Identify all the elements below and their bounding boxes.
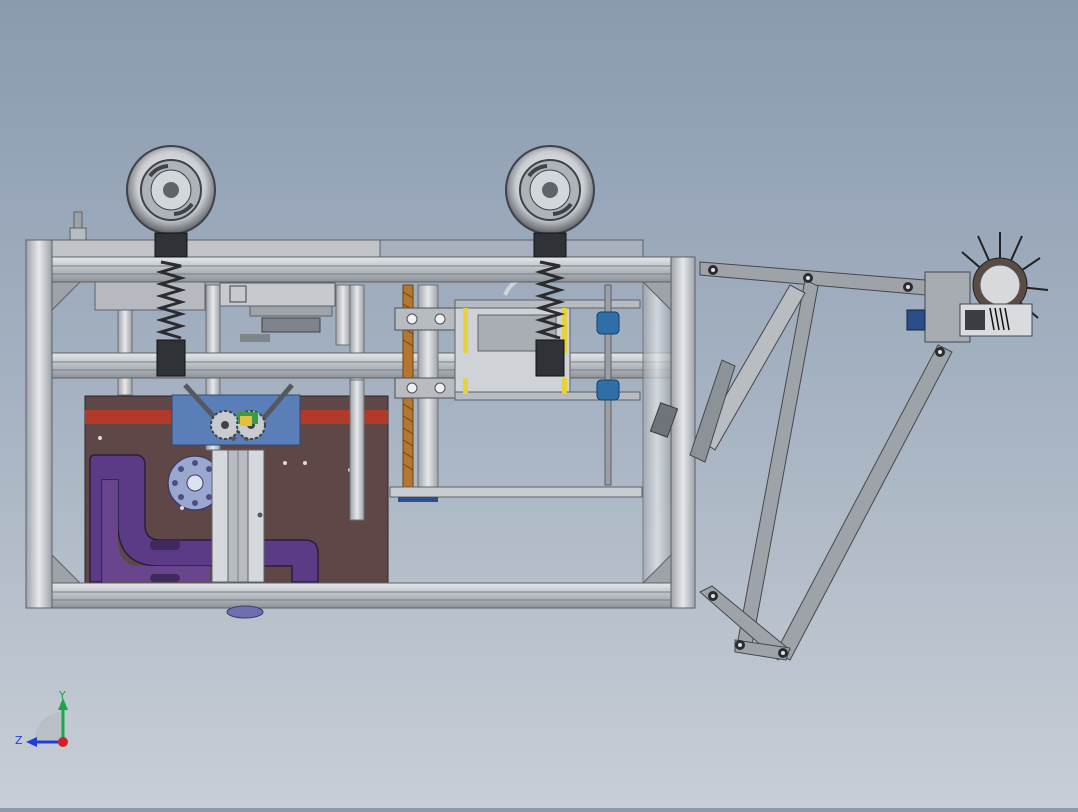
axis-z-label: Z xyxy=(15,734,23,747)
axis-triad-icon: Y Z xyxy=(15,689,68,747)
top-bolt xyxy=(69,211,87,241)
axis-y-label: Y xyxy=(58,689,66,702)
center-gearbox xyxy=(219,282,336,342)
gear-bracket xyxy=(171,383,301,446)
vertical-slide xyxy=(211,449,265,583)
frame-middle-rail xyxy=(25,352,672,379)
lead-screw-module xyxy=(389,276,643,502)
cad-viewport[interactable]: Y Z xyxy=(0,0,1078,808)
assembly-drawing: Y Z xyxy=(15,145,1049,747)
end-effector xyxy=(906,232,1049,343)
